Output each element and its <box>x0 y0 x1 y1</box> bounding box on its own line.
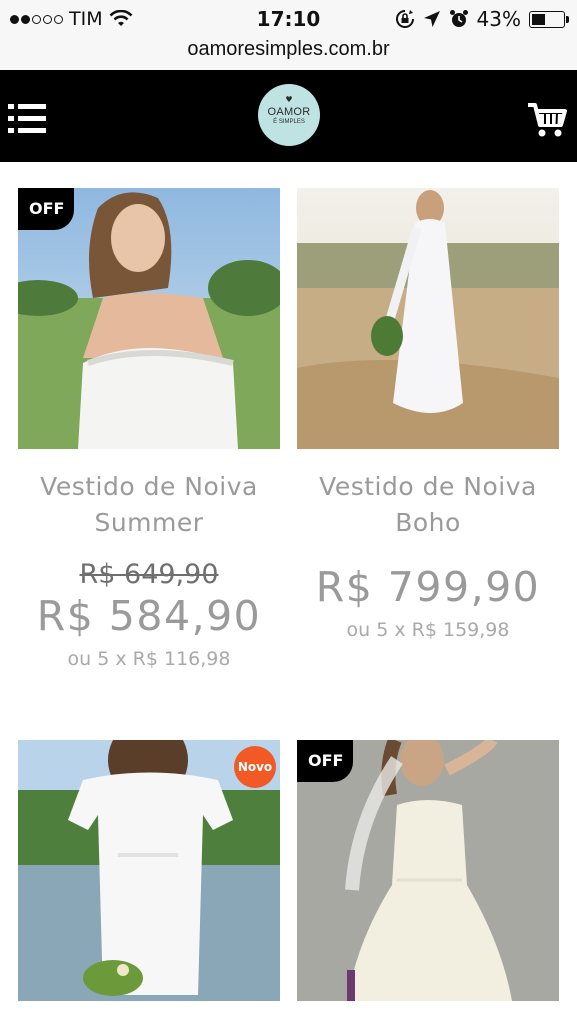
product-image[interactable]: OFF <box>18 188 280 449</box>
status-bar: TIM 17:10 43% <box>0 0 577 36</box>
logo-subtext: É SIMPLES <box>273 119 305 125</box>
logo-text: OAMOR <box>267 106 311 118</box>
shopping-cart-icon <box>528 103 567 137</box>
product-card[interactable]: Novo <box>18 740 280 1001</box>
location-arrow-icon <box>423 11 440 27</box>
product-card[interactable]: OFF Vestido de Noiva Summer R$ 649,90 R$… <box>18 188 280 670</box>
product-card[interactable]: OFF <box>297 740 559 1001</box>
rotation-lock-icon <box>395 10 414 28</box>
battery-percent: 43% <box>476 7 521 31</box>
battery-icon <box>529 10 569 28</box>
status-icons: 43% <box>395 7 569 31</box>
product-image[interactable]: OFF <box>297 740 559 1001</box>
off-badge: OFF <box>18 188 75 230</box>
old-price: R$ 649,90 <box>79 559 219 590</box>
site-logo[interactable]: ♥ OAMOR É SIMPLES <box>258 84 320 146</box>
product-name[interactable]: Vestido de Noiva Summer <box>18 469 280 541</box>
site-header: ♥ OAMOR É SIMPLES <box>0 70 577 162</box>
cart-button[interactable] <box>527 101 567 139</box>
alarm-icon <box>449 10 468 27</box>
product-image[interactable]: Novo <box>18 740 280 1001</box>
url-text[interactable]: oamoresimples.com.br <box>187 38 389 60</box>
installments: ou 5 x R$ 116,98 <box>67 648 231 670</box>
menu-button[interactable] <box>8 104 48 134</box>
product-name[interactable]: Vestido de Noiva Boho <box>297 469 559 541</box>
heart-icon: ♥ <box>285 95 293 104</box>
installments: ou 5 x R$ 159,98 <box>346 619 510 641</box>
product-image[interactable] <box>297 188 559 449</box>
price: R$ 584,90 <box>36 592 262 640</box>
off-badge: OFF <box>297 740 354 782</box>
new-badge: Novo <box>234 746 276 788</box>
product-card[interactable]: Vestido de Noiva Boho R$ 799,90 ou 5 x R… <box>297 188 559 641</box>
price: R$ 799,90 <box>315 563 541 611</box>
address-bar[interactable]: oamoresimples.com.br <box>0 36 577 70</box>
